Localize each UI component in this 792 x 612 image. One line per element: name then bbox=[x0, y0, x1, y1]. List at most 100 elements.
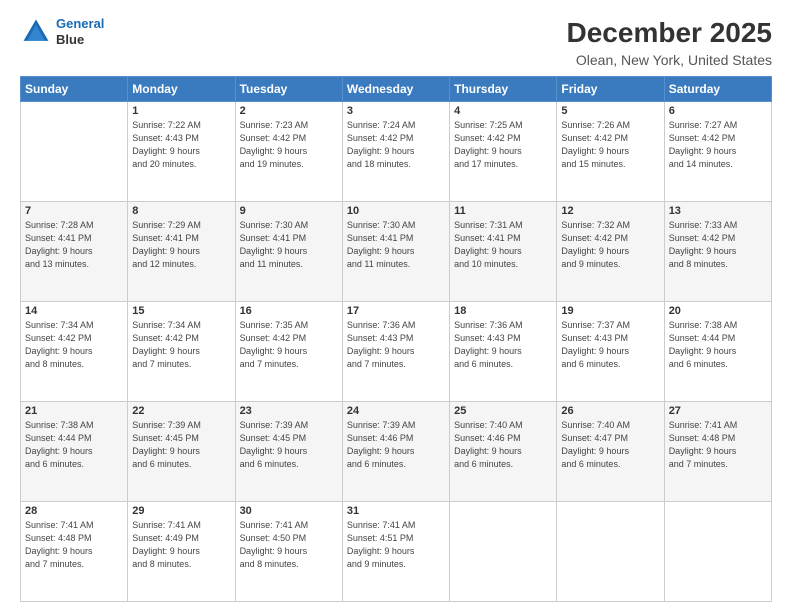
day-info: Sunrise: 7:23 AMSunset: 4:42 PMDaylight:… bbox=[240, 119, 338, 171]
calendar-cell: 25 Sunrise: 7:40 AMSunset: 4:46 PMDayligh… bbox=[450, 401, 557, 501]
calendar-cell: 21 Sunrise: 7:38 AMSunset: 4:44 PMDayligh… bbox=[21, 401, 128, 501]
day-number: 19 bbox=[561, 305, 659, 317]
calendar-cell: 22Sunrise: 7:39 AMSunset: 4:45 PMDayligh… bbox=[128, 401, 235, 501]
day-number: 30 bbox=[240, 505, 338, 517]
calendar-cell: 11 Sunrise: 7:31 AMSunset: 4:41 PMDayligh… bbox=[450, 201, 557, 301]
day-info: Sunrise: 7:25 AMSunset: 4:42 PMDaylight:… bbox=[454, 119, 552, 171]
day-number: 9 bbox=[240, 205, 338, 217]
day-number: 22 bbox=[132, 405, 230, 417]
day-info: Sunrise: 7:39 AMSunset: 4:46 PMDaylight:… bbox=[347, 419, 445, 471]
day-number: 8 bbox=[132, 205, 230, 217]
day-info: Sunrise: 7:22 AMSunset: 4:43 PMDaylight:… bbox=[132, 119, 230, 171]
subtitle: Olean, New York, United States bbox=[567, 52, 772, 68]
calendar-cell: 18 Sunrise: 7:36 AMSunset: 4:43 PMDayligh… bbox=[450, 301, 557, 401]
day-number: 29 bbox=[132, 505, 230, 517]
day-number: 16 bbox=[240, 305, 338, 317]
day-number: 5 bbox=[561, 105, 659, 117]
calendar-cell: 26 Sunrise: 7:40 AMSunset: 4:47 PMDayligh… bbox=[557, 401, 664, 501]
day-number: 20 bbox=[669, 305, 767, 317]
col-header-saturday: Saturday bbox=[664, 76, 771, 101]
logo-icon bbox=[20, 16, 52, 48]
day-info: Sunrise: 7:37 AMSunset: 4:43 PMDaylight:… bbox=[561, 319, 659, 371]
day-number: 28 bbox=[25, 505, 123, 517]
logo-text: General Blue bbox=[56, 16, 104, 47]
day-number: 27 bbox=[669, 405, 767, 417]
day-info: Sunrise: 7:30 AMSunset: 4:41 PMDaylight:… bbox=[347, 219, 445, 271]
day-info: Sunrise: 7:35 AMSunset: 4:42 PMDaylight:… bbox=[240, 319, 338, 371]
header: General Blue December 2025 Olean, New Yo… bbox=[20, 16, 772, 68]
day-number: 3 bbox=[347, 105, 445, 117]
day-info: Sunrise: 7:32 AMSunset: 4:42 PMDaylight:… bbox=[561, 219, 659, 271]
day-number: 14 bbox=[25, 305, 123, 317]
col-header-thursday: Thursday bbox=[450, 76, 557, 101]
day-number: 6 bbox=[669, 105, 767, 117]
calendar-cell: 7 Sunrise: 7:28 AMSunset: 4:41 PMDaylight… bbox=[21, 201, 128, 301]
day-number: 26 bbox=[561, 405, 659, 417]
day-number: 10 bbox=[347, 205, 445, 217]
day-number: 23 bbox=[240, 405, 338, 417]
calendar-cell: 23Sunrise: 7:39 AMSunset: 4:45 PMDayligh… bbox=[235, 401, 342, 501]
day-info: Sunrise: 7:34 AMSunset: 4:42 PMDaylight:… bbox=[25, 319, 123, 371]
logo: General Blue bbox=[20, 16, 104, 48]
calendar-cell: 10 Sunrise: 7:30 AMSunset: 4:41 PMDayligh… bbox=[342, 201, 449, 301]
calendar-cell: 28 Sunrise: 7:41 AMSunset: 4:48 PMDayligh… bbox=[21, 501, 128, 601]
calendar-cell: 15 Sunrise: 7:34 AMSunset: 4:42 PMDayligh… bbox=[128, 301, 235, 401]
calendar-cell: 24 Sunrise: 7:39 AMSunset: 4:46 PMDayligh… bbox=[342, 401, 449, 501]
calendar-cell: 3 Sunrise: 7:24 AMSunset: 4:42 PMDaylight… bbox=[342, 101, 449, 201]
day-number: 12 bbox=[561, 205, 659, 217]
calendar-cell: 6 Sunrise: 7:27 AMSunset: 4:42 PMDaylight… bbox=[664, 101, 771, 201]
day-info: Sunrise: 7:31 AMSunset: 4:41 PMDaylight:… bbox=[454, 219, 552, 271]
calendar-cell bbox=[664, 501, 771, 601]
day-number: 18 bbox=[454, 305, 552, 317]
day-info: Sunrise: 7:26 AMSunset: 4:42 PMDaylight:… bbox=[561, 119, 659, 171]
calendar-table: SundayMondayTuesdayWednesdayThursdayFrid… bbox=[20, 76, 772, 602]
calendar-cell: 12 Sunrise: 7:32 AMSunset: 4:42 PMDayligh… bbox=[557, 201, 664, 301]
calendar-cell: 13 Sunrise: 7:33 AMSunset: 4:42 PMDayligh… bbox=[664, 201, 771, 301]
day-number: 7 bbox=[25, 205, 123, 217]
day-info: Sunrise: 7:40 AMSunset: 4:47 PMDaylight:… bbox=[561, 419, 659, 471]
col-header-sunday: Sunday bbox=[21, 76, 128, 101]
day-number: 11 bbox=[454, 205, 552, 217]
day-info: Sunrise: 7:41 AMSunset: 4:48 PMDaylight:… bbox=[669, 419, 767, 471]
day-number: 21 bbox=[25, 405, 123, 417]
title-block: December 2025 Olean, New York, United St… bbox=[567, 16, 772, 68]
calendar-cell: 27 Sunrise: 7:41 AMSunset: 4:48 PMDayligh… bbox=[664, 401, 771, 501]
day-info: Sunrise: 7:24 AMSunset: 4:42 PMDaylight:… bbox=[347, 119, 445, 171]
calendar-cell: 19 Sunrise: 7:37 AMSunset: 4:43 PMDayligh… bbox=[557, 301, 664, 401]
day-number: 25 bbox=[454, 405, 552, 417]
day-info: Sunrise: 7:30 AMSunset: 4:41 PMDaylight:… bbox=[240, 219, 338, 271]
day-info: Sunrise: 7:41 AMSunset: 4:49 PMDaylight:… bbox=[132, 519, 230, 571]
page: General Blue December 2025 Olean, New Yo… bbox=[0, 0, 792, 612]
col-header-wednesday: Wednesday bbox=[342, 76, 449, 101]
day-info: Sunrise: 7:36 AMSunset: 4:43 PMDaylight:… bbox=[454, 319, 552, 371]
calendar-cell: 31Sunrise: 7:41 AMSunset: 4:51 PMDayligh… bbox=[342, 501, 449, 601]
day-info: Sunrise: 7:36 AMSunset: 4:43 PMDaylight:… bbox=[347, 319, 445, 371]
day-info: Sunrise: 7:28 AMSunset: 4:41 PMDaylight:… bbox=[25, 219, 123, 271]
day-number: 13 bbox=[669, 205, 767, 217]
day-info: Sunrise: 7:33 AMSunset: 4:42 PMDaylight:… bbox=[669, 219, 767, 271]
calendar-cell bbox=[557, 501, 664, 601]
calendar-cell bbox=[21, 101, 128, 201]
day-info: Sunrise: 7:41 AMSunset: 4:50 PMDaylight:… bbox=[240, 519, 338, 571]
calendar-cell: 14 Sunrise: 7:34 AMSunset: 4:42 PMDayligh… bbox=[21, 301, 128, 401]
day-info: Sunrise: 7:40 AMSunset: 4:46 PMDaylight:… bbox=[454, 419, 552, 471]
day-info: Sunrise: 7:41 AMSunset: 4:48 PMDaylight:… bbox=[25, 519, 123, 571]
calendar-cell: 17Sunrise: 7:36 AMSunset: 4:43 PMDayligh… bbox=[342, 301, 449, 401]
day-info: Sunrise: 7:38 AMSunset: 4:44 PMDaylight:… bbox=[25, 419, 123, 471]
calendar-cell: 9 Sunrise: 7:30 AMSunset: 4:41 PMDaylight… bbox=[235, 201, 342, 301]
col-header-monday: Monday bbox=[128, 76, 235, 101]
calendar-cell: 8Sunrise: 7:29 AMSunset: 4:41 PMDaylight… bbox=[128, 201, 235, 301]
day-number: 24 bbox=[347, 405, 445, 417]
day-number: 2 bbox=[240, 105, 338, 117]
day-info: Sunrise: 7:27 AMSunset: 4:42 PMDaylight:… bbox=[669, 119, 767, 171]
day-number: 1 bbox=[132, 105, 230, 117]
calendar-cell: 5 Sunrise: 7:26 AMSunset: 4:42 PMDaylight… bbox=[557, 101, 664, 201]
day-info: Sunrise: 7:41 AMSunset: 4:51 PMDaylight:… bbox=[347, 519, 445, 571]
day-number: 15 bbox=[132, 305, 230, 317]
main-title: December 2025 bbox=[567, 16, 772, 50]
day-info: Sunrise: 7:38 AMSunset: 4:44 PMDaylight:… bbox=[669, 319, 767, 371]
calendar-cell: 16 Sunrise: 7:35 AMSunset: 4:42 PMDayligh… bbox=[235, 301, 342, 401]
col-header-tuesday: Tuesday bbox=[235, 76, 342, 101]
calendar-cell: 29 Sunrise: 7:41 AMSunset: 4:49 PMDayligh… bbox=[128, 501, 235, 601]
day-info: Sunrise: 7:34 AMSunset: 4:42 PMDaylight:… bbox=[132, 319, 230, 371]
